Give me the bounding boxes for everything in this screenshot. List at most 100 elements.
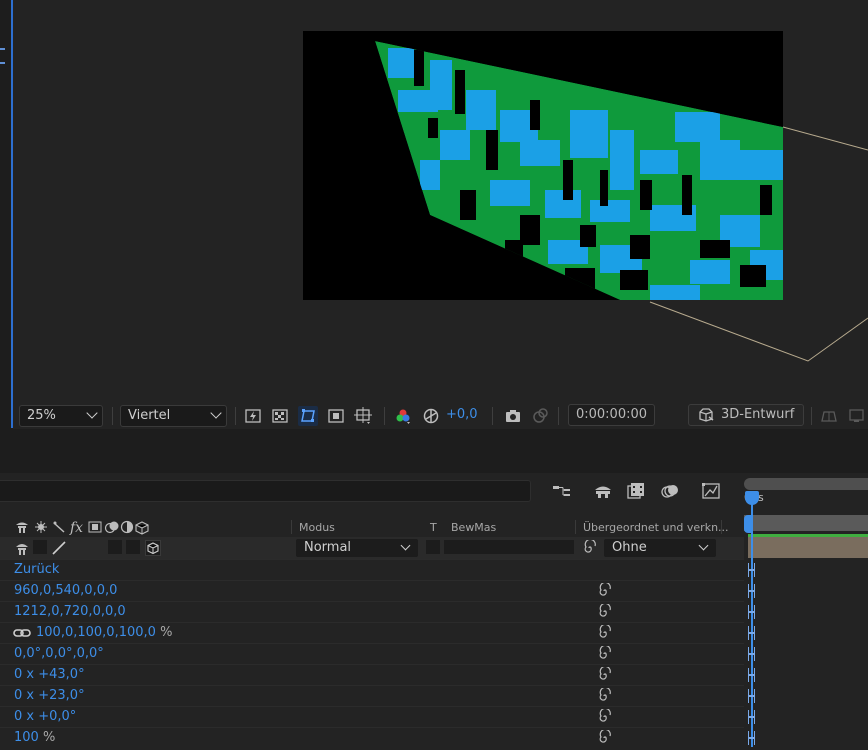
property-value-text: 0 x +0,0°: [14, 709, 77, 724]
show-snapshot-icon[interactable]: [530, 406, 550, 426]
keyframe-marker[interactable]: [748, 605, 755, 619]
expression-pick-whip-icon[interactable]: [597, 665, 613, 687]
property-value-text: 0,0°,0,0°,0,0°: [14, 646, 104, 661]
motion-blur-icon[interactable]: [659, 480, 681, 502]
layer-search-input[interactable]: [0, 480, 531, 502]
property-value[interactable]: 0 x +23,0°: [14, 688, 85, 703]
keyframe-marker[interactable]: [748, 647, 755, 661]
current-time-indicator-head[interactable]: [745, 491, 759, 505]
property-row[interactable]: Zurück: [0, 559, 744, 580]
blend-mode-select[interactable]: Normal: [296, 539, 418, 557]
keyframe-marker[interactable]: [748, 668, 755, 682]
draft-3d-icon[interactable]: [592, 480, 614, 502]
trackmatte-column-header[interactable]: BewMas: [451, 521, 496, 534]
property-value[interactable]: 100,0,100,0,100,0 %: [36, 625, 172, 640]
property-value[interactable]: 0 x +43,0°: [14, 667, 85, 682]
motion-blur-switch[interactable]: [108, 540, 122, 554]
expression-pick-whip-icon[interactable]: [597, 644, 613, 666]
time-navigator-bar[interactable]: [744, 478, 868, 490]
preserve-transparency-switch[interactable]: [426, 540, 440, 554]
expression-pick-whip-icon[interactable]: [597, 686, 613, 708]
work-area-bar[interactable]: [744, 515, 868, 531]
property-row[interactable]: 0 x +0,0°: [0, 706, 744, 727]
keyframe-marker[interactable]: [748, 710, 755, 724]
property-value-text: 0 x +43,0°: [14, 667, 85, 682]
property-value[interactable]: 100 %: [14, 730, 55, 745]
renderer-button[interactable]: 3D-Entwurf: [688, 404, 804, 426]
current-time-display[interactable]: 0:00:00:00: [568, 404, 655, 426]
parent-select[interactable]: Ohne: [604, 539, 716, 557]
property-value-text: 100,0,100,0,100,0: [36, 625, 156, 640]
property-row[interactable]: 1212,0,720,0,0,0: [0, 601, 744, 622]
expression-pick-whip-icon[interactable]: [597, 707, 613, 729]
quality-switch-icon[interactable]: [51, 540, 67, 560]
comp-canvas[interactable]: [0, 0, 868, 400]
renderer-label: 3D-Entwurf: [721, 407, 795, 422]
layer-duration-bar[interactable]: [748, 537, 868, 558]
property-row[interactable]: 0 x +23,0°: [0, 685, 744, 706]
keyframe-marker[interactable]: [748, 584, 755, 598]
property-unit: %: [42, 730, 56, 745]
mode-column-header[interactable]: Modus: [299, 521, 335, 534]
region-of-interest-icon[interactable]: [326, 406, 346, 426]
divider: [112, 407, 113, 425]
zoom-value: 25%: [27, 408, 56, 423]
pick-whip-icon[interactable]: [582, 538, 598, 560]
divider: [384, 407, 385, 425]
constrain-proportions-link-icon[interactable]: [13, 627, 31, 643]
property-row[interactable]: 100,0,100,0,100,0 %: [0, 622, 744, 643]
expression-pick-whip-icon[interactable]: [597, 602, 613, 624]
layer-bounds: [782, 126, 868, 151]
adjustment-layer-switch[interactable]: [126, 540, 140, 554]
view-layout-icon[interactable]: [846, 406, 866, 426]
expression-pick-whip-icon[interactable]: [597, 623, 613, 645]
channel-rgb-icon[interactable]: [393, 406, 413, 426]
camera-snapshot-icon[interactable]: [503, 406, 523, 426]
composition-flowchart-icon[interactable]: [551, 480, 573, 502]
frame-blending-icon[interactable]: [625, 480, 647, 502]
keyframe-marker[interactable]: [748, 626, 755, 640]
layer-row[interactable]: Normal Ohne: [0, 537, 744, 559]
exposure-value[interactable]: +0,0: [446, 407, 478, 422]
property-row[interactable]: 0,0°,0,0°,0,0°: [0, 643, 744, 664]
property-value-text: Zurück: [14, 562, 60, 577]
resolution-value: Viertel: [128, 408, 171, 423]
graph-editor-icon[interactable]: [700, 480, 722, 502]
property-value[interactable]: 1212,0,720,0,0,0: [14, 604, 126, 619]
3d-layer-switch-icon[interactable]: [145, 540, 161, 560]
timeline-column-headers: fx Modus T BewMas Übergeordnet und verkn…: [0, 517, 744, 537]
property-value[interactable]: 960,0,540,0,0,0: [14, 583, 117, 598]
fast-previews-icon[interactable]: [243, 406, 263, 426]
property-value[interactable]: 0 x +0,0°: [14, 709, 76, 724]
transparency-grid-icon[interactable]: [270, 406, 290, 426]
expression-pick-whip-icon[interactable]: [597, 728, 613, 750]
property-row[interactable]: 960,0,540,0,0,0: [0, 580, 744, 601]
keyframe-marker[interactable]: [748, 731, 755, 745]
zoom-dropdown[interactable]: 25%: [19, 405, 103, 427]
viewer-toolbar: 25% Viertel +0,0 0:00:00:00 3D-Entwurf: [13, 401, 868, 429]
property-unit: %: [160, 625, 173, 640]
property-value[interactable]: 0,0°,0,0°,0,0°: [14, 646, 104, 661]
property-row[interactable]: 100 %: [0, 727, 744, 748]
track-matte-field[interactable]: [444, 540, 574, 554]
time-ruler[interactable]: 00s: [744, 473, 868, 747]
mask-path-visibility-icon[interactable]: [298, 406, 318, 426]
reset-exposure-icon[interactable]: [421, 406, 441, 426]
blend-mode-value: Normal: [304, 540, 352, 555]
property-value-text: 0 x +23,0°: [14, 688, 85, 703]
property-row[interactable]: 0 x +43,0°: [0, 664, 744, 685]
keyframe-marker[interactable]: [748, 563, 755, 577]
3d-view-layout-icon[interactable]: [819, 406, 839, 426]
expression-pick-whip-icon[interactable]: [597, 581, 613, 603]
keyframe-marker[interactable]: [748, 689, 755, 703]
property-value[interactable]: Zurück: [14, 562, 59, 577]
trackmatte-t-header[interactable]: T: [430, 521, 437, 534]
chevron-down-icon: [698, 540, 709, 551]
grid-guides-icon[interactable]: [353, 406, 373, 426]
chevron-down-icon: [210, 407, 222, 419]
parent-column-header[interactable]: Übergeordnet und verkn...: [583, 521, 729, 534]
resolution-dropdown[interactable]: Viertel: [120, 405, 227, 427]
chevron-down-icon: [400, 540, 411, 551]
collapse-switch[interactable]: [33, 540, 47, 554]
shy-layer-icon[interactable]: [14, 540, 30, 560]
